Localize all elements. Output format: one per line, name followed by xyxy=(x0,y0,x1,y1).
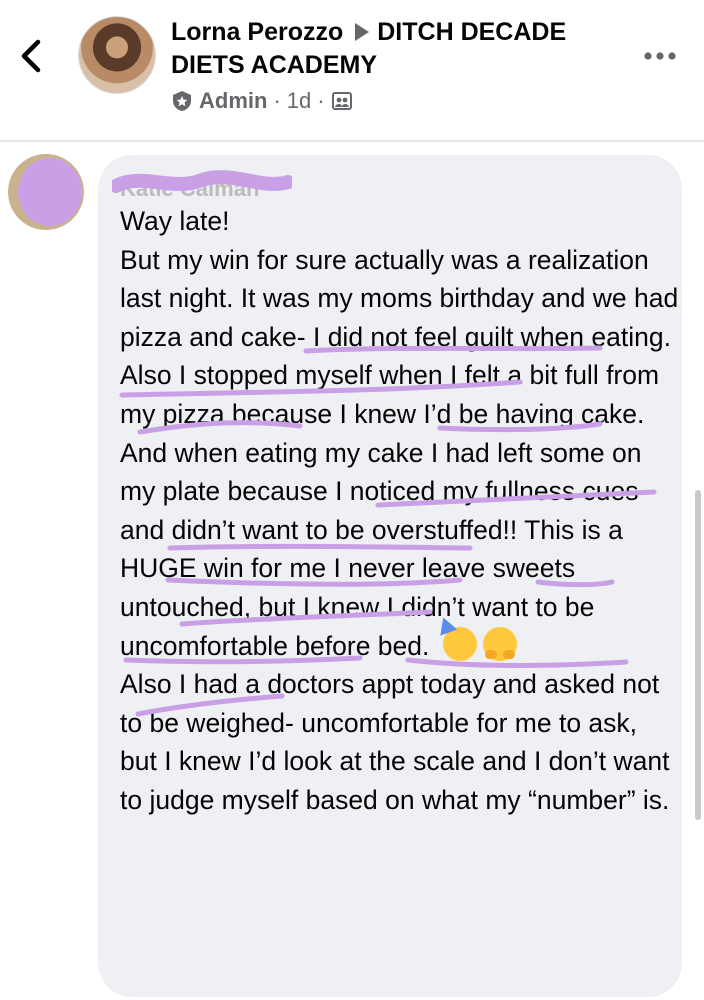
post-meta: Admin · 1d · xyxy=(171,88,353,114)
role-label: Admin xyxy=(199,88,268,113)
scrollbar[interactable] xyxy=(695,490,701,820)
more-options-button[interactable] xyxy=(640,36,680,76)
author-avatar[interactable] xyxy=(78,16,156,94)
arrow-right-icon xyxy=(355,23,370,41)
comment-text-part1: Way late! But my win for sure actually w… xyxy=(120,206,679,661)
post-time[interactable]: 1d xyxy=(287,88,311,114)
dot-separator: · xyxy=(273,88,281,113)
dot-separator: · xyxy=(317,88,325,113)
comment-text: Way late! But my win for sure actually w… xyxy=(120,202,680,820)
post-title: Lorna Perozzo DITCH DECADE DIETS ACADEMY xyxy=(171,16,611,82)
redaction-scribble xyxy=(112,170,292,193)
post-header: Lorna Perozzo DITCH DECADE DIETS ACADEMY … xyxy=(0,0,704,142)
group-audience-icon xyxy=(331,92,352,110)
back-button[interactable] xyxy=(14,36,50,76)
commenter-avatar[interactable] xyxy=(8,154,84,230)
partying-face-emoji xyxy=(442,626,477,661)
hugging-face-emoji xyxy=(482,626,517,661)
comment-text-part2: Also I had a doctors appt today and aske… xyxy=(120,669,670,815)
author-name[interactable]: Lorna Perozzo xyxy=(171,18,343,46)
admin-shield-icon xyxy=(173,91,191,111)
